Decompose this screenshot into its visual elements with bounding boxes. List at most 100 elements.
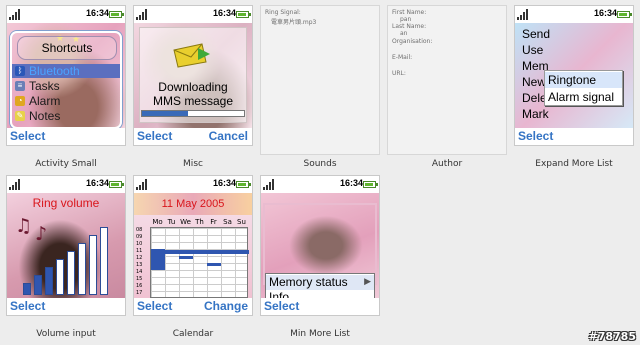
hour-label: 14 bbox=[136, 269, 143, 275]
status-bar: 16:34 bbox=[134, 6, 252, 23]
menu-item-label: Bluetooth bbox=[29, 64, 80, 78]
volume-content: Ring volume ♫ ♪ bbox=[7, 193, 125, 298]
select-softkey[interactable]: Select bbox=[10, 129, 45, 143]
hour-label: 11 bbox=[136, 248, 143, 254]
watermark: #78785 bbox=[588, 330, 637, 343]
shortcuts-panel: ★ ★ Shortcuts ᛒ Bluetooth ≡ Tasks ◔ Alar… bbox=[10, 31, 122, 128]
weekday-label: Su bbox=[237, 218, 246, 226]
battery-icon bbox=[363, 181, 378, 188]
last-name-value: an bbox=[400, 30, 408, 37]
signal-icon bbox=[9, 179, 20, 190]
softkey-bar: Select bbox=[7, 298, 125, 315]
volume-title: Ring volume bbox=[32, 196, 100, 210]
alarm-bell-icon: ◔ bbox=[15, 96, 25, 106]
hour-label: 08 bbox=[136, 227, 143, 233]
mms-envelope-icon bbox=[173, 43, 210, 68]
menu-item-bluetooth[interactable]: ᛒ Bluetooth bbox=[12, 64, 120, 78]
event-block[interactable] bbox=[151, 249, 165, 270]
menu-item-alarm[interactable]: ◔ Alarm bbox=[12, 94, 120, 108]
event-block[interactable] bbox=[165, 250, 249, 254]
tasks-icon: ≡ bbox=[15, 81, 25, 91]
menu-item-memory-status[interactable]: Memory status bbox=[266, 275, 374, 290]
battery-icon bbox=[236, 181, 251, 188]
select-softkey[interactable]: Select bbox=[518, 129, 553, 143]
calendar-content: 11 May 2005 Mo Tu We Th Fr Sa Su 08 09 10 11 12 13 1… bbox=[134, 193, 252, 298]
author-info-panel: First Name: pan Last Name: an Organisati… bbox=[387, 5, 507, 155]
volume-bar bbox=[56, 259, 64, 295]
weekday-label: Sa bbox=[223, 218, 232, 226]
first-name-value: pan bbox=[400, 16, 412, 23]
menu-item-send[interactable]: Send bbox=[522, 26, 557, 42]
caption-calendar: Calendar bbox=[172, 329, 214, 339]
caption-author: Author bbox=[431, 159, 463, 169]
menu-item-label: Alarm bbox=[29, 94, 61, 108]
signal-icon bbox=[136, 179, 147, 190]
status-bar: 16:34 bbox=[7, 6, 125, 23]
download-progress-bar bbox=[141, 110, 245, 117]
min-more-list-screen: 16:34 Memory status Info ▶ Select bbox=[260, 175, 380, 316]
cancel-softkey[interactable]: Cancel bbox=[209, 129, 248, 143]
hour-label: 16 bbox=[136, 283, 143, 289]
status-bar: 16:34 bbox=[7, 176, 125, 193]
hour-label: 10 bbox=[136, 241, 143, 247]
hour-label: 12 bbox=[136, 255, 143, 261]
volume-level-bars[interactable] bbox=[23, 223, 119, 298]
event-block[interactable] bbox=[207, 263, 221, 266]
volume-input-screen: 16:34 Ring volume ♫ ♪ Select bbox=[6, 175, 126, 316]
signal-icon bbox=[517, 9, 528, 20]
menu-item-mark[interactable]: Mark bbox=[522, 106, 557, 122]
clock: 16:34 bbox=[594, 8, 618, 18]
status-bar: 16:34 bbox=[134, 176, 252, 193]
weekday-label: Tu bbox=[167, 218, 176, 226]
clock: 16:34 bbox=[86, 8, 110, 18]
select-softkey[interactable]: Select bbox=[10, 299, 45, 313]
downloading-label: Downloading bbox=[158, 80, 228, 94]
signal-icon bbox=[136, 9, 147, 20]
event-block[interactable] bbox=[179, 256, 193, 259]
select-softkey[interactable]: Select bbox=[137, 299, 172, 313]
week-grid[interactable] bbox=[150, 227, 249, 298]
caption-volume-input: Volume input bbox=[36, 329, 96, 339]
panel-title: Shortcuts bbox=[17, 36, 117, 60]
softkey-bar: Select bbox=[261, 298, 379, 315]
menu-item-label: Tasks bbox=[29, 79, 60, 93]
ring-signal-value: 電車男片頭.mp3 bbox=[271, 19, 317, 26]
volume-bar bbox=[100, 227, 108, 295]
battery-icon bbox=[109, 11, 124, 18]
select-softkey[interactable]: Select bbox=[264, 299, 299, 313]
menu-item-use[interactable]: Use bbox=[522, 42, 557, 58]
weekday-label: Fr bbox=[210, 218, 217, 226]
misc-content: Downloading MMS message bbox=[134, 23, 252, 128]
hour-label: 15 bbox=[136, 276, 143, 282]
select-softkey[interactable]: Select bbox=[137, 129, 172, 143]
battery-icon bbox=[236, 11, 251, 18]
last-name-label: Last Name: bbox=[392, 23, 427, 30]
softkey-bar: Select Change bbox=[134, 298, 252, 315]
progress-fill bbox=[142, 111, 188, 116]
status-bar: 16:34 bbox=[261, 176, 379, 193]
caption-min-more-list: Min More List bbox=[290, 329, 350, 339]
submenu-item-alarm-signal[interactable]: Alarm signal bbox=[545, 89, 622, 105]
menu-item-tasks[interactable]: ≡ Tasks bbox=[12, 79, 120, 93]
mms-message-label: MMS message bbox=[152, 94, 234, 108]
calendar-screen: 16:34 11 May 2005 Mo Tu We Th Fr Sa Su 08 09 10 1… bbox=[133, 175, 253, 316]
submenu-arrow-icon: ▶ bbox=[364, 277, 371, 287]
menu-item-notes[interactable]: ✎ Notes bbox=[12, 109, 120, 123]
signal-icon bbox=[9, 9, 20, 20]
volume-bar bbox=[23, 283, 31, 295]
volume-bar bbox=[89, 235, 97, 295]
signal-icon bbox=[263, 179, 274, 190]
softkey-bar: Select bbox=[7, 128, 125, 145]
hour-label: 09 bbox=[136, 234, 143, 240]
weekday-label: We bbox=[180, 218, 191, 226]
softkey-bar: Select bbox=[515, 128, 633, 145]
caption-sounds: Sounds bbox=[303, 159, 337, 169]
status-bar: 16:34 bbox=[515, 6, 633, 23]
submenu-item-ringtone[interactable]: Ringtone bbox=[545, 72, 622, 88]
volume-bar bbox=[67, 251, 75, 295]
volume-bar bbox=[78, 243, 86, 295]
caption-misc: Misc bbox=[183, 159, 203, 169]
change-softkey[interactable]: Change bbox=[204, 299, 248, 313]
weekday-label: Mo bbox=[152, 218, 163, 226]
activity-content: ★ ★ Shortcuts ᛒ Bluetooth ≡ Tasks ◔ Alar… bbox=[7, 23, 125, 128]
